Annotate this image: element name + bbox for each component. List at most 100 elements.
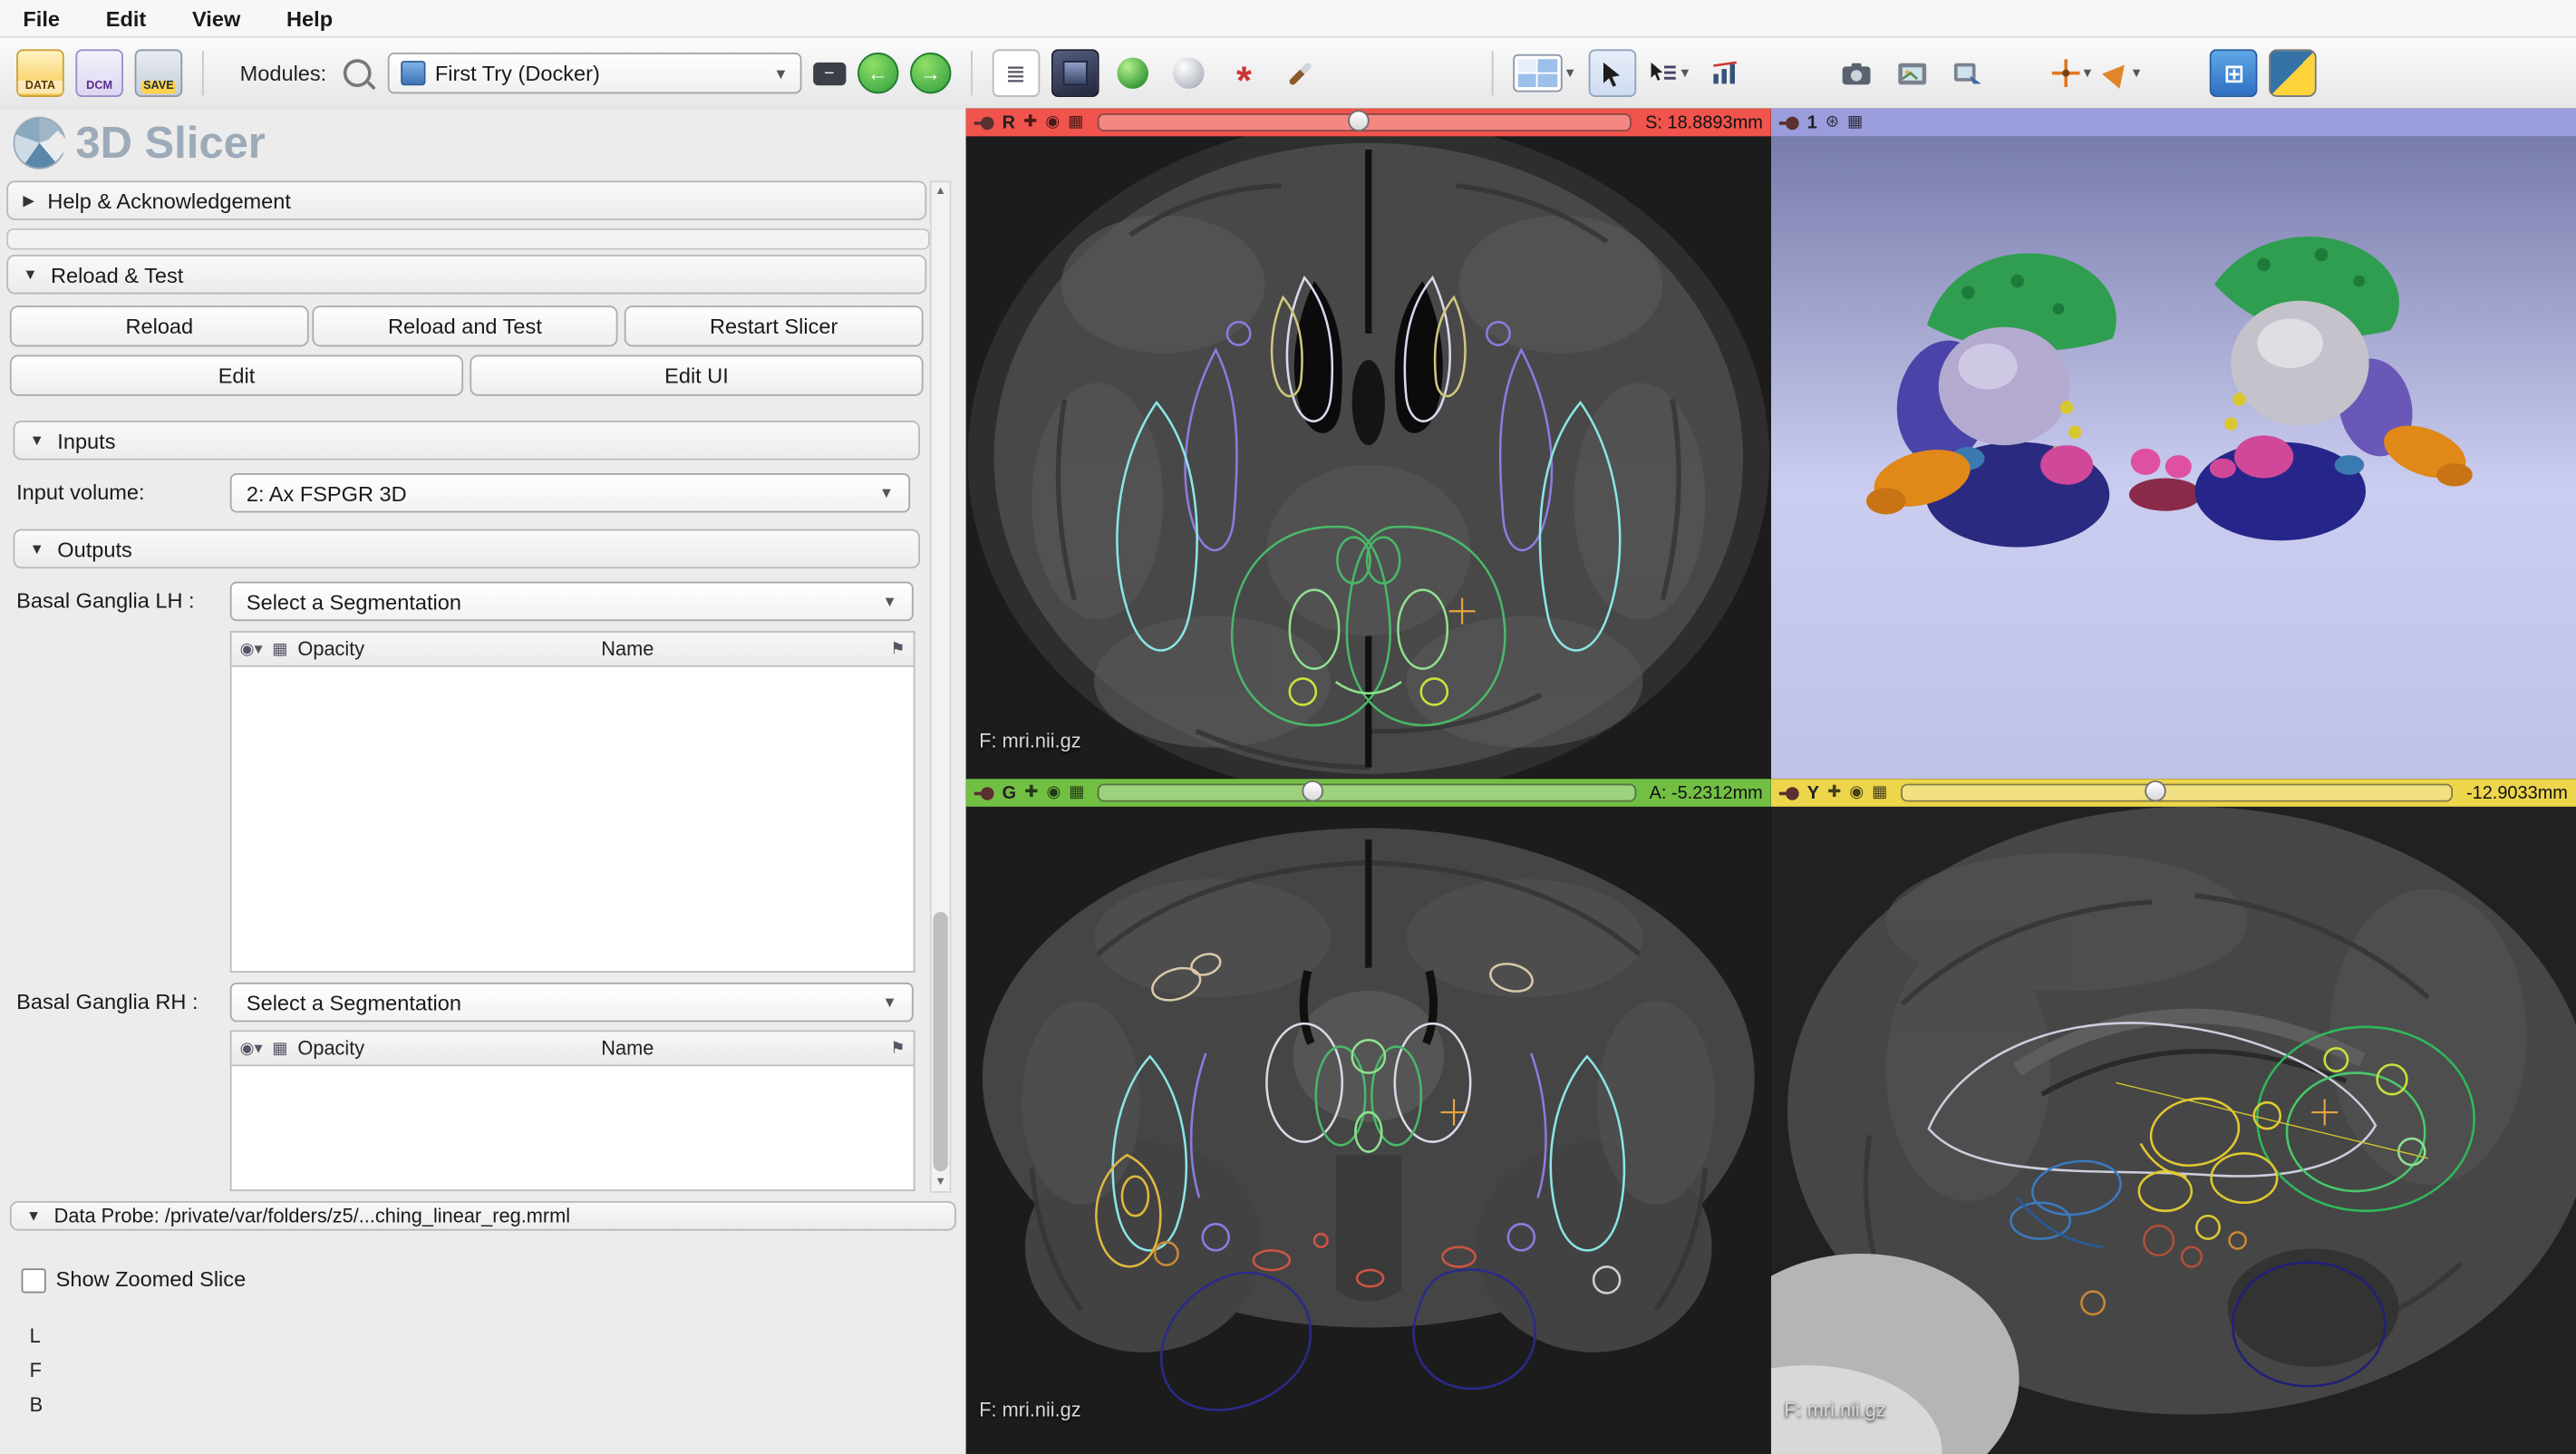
name-column-header[interactable]: Name — [601, 1037, 654, 1060]
scrollbar-thumb[interactable] — [934, 912, 948, 1171]
scroll-down-icon[interactable]: ▼ — [932, 1173, 950, 1191]
slice-grid-icon[interactable]: ▦ — [1068, 114, 1083, 131]
slice-link-icon[interactable]: ✚ — [1023, 114, 1037, 131]
window-level-tool[interactable] — [1703, 51, 1748, 95]
screenshot-button[interactable] — [1835, 51, 1879, 95]
module-panel: 3D Slicer ▶ Help & Acknowledgement ▼ Rel… — [0, 109, 966, 1454]
input-volume-combobox[interactable]: 2: Ax FSPGR 3D ▼ — [230, 473, 910, 513]
crosshair-selector[interactable]: ▼ — [2051, 59, 2094, 87]
view-grid-icon[interactable]: ▦ — [1847, 114, 1863, 131]
reload-button[interactable]: Reload — [10, 305, 309, 346]
visibility-icon[interactable]: ◉▾ — [240, 640, 263, 658]
grid-icon[interactable]: ▦ — [272, 1039, 287, 1057]
slice-grid-icon[interactable]: ▦ — [1069, 784, 1084, 800]
slice-grid-icon[interactable]: ▦ — [1872, 784, 1887, 800]
green-slice-offset-slider[interactable] — [1098, 784, 1636, 802]
reload-and-test-button[interactable]: Reload and Test — [312, 305, 617, 346]
save-button[interactable]: SAVE — [135, 49, 183, 97]
yellow-slice-image-area[interactable]: F: mri.nii.gz — [1771, 807, 2576, 1454]
segment-editor-icon[interactable] — [1278, 51, 1322, 95]
red-slice-offset-slider[interactable] — [1097, 113, 1632, 131]
green-slice-controller: G ✚ ◉ ▦ A: -5.2312mm — [966, 779, 1771, 807]
flag-icon[interactable]: ⚑ — [890, 640, 905, 658]
slice-link-icon[interactable]: ✚ — [1024, 784, 1038, 800]
chevron-down-icon: ▼ — [1564, 66, 1576, 81]
scene-view-button[interactable] — [1890, 51, 1934, 95]
load-data-button[interactable]: DATA — [16, 49, 64, 97]
slice-link-icon[interactable]: ✚ — [1827, 784, 1841, 800]
opacity-column-header[interactable]: Opacity — [297, 1037, 364, 1060]
menu-edit[interactable]: Edit — [106, 5, 147, 30]
interaction-mode-selector[interactable]: ▼ — [1647, 60, 1691, 86]
slice-visibility-icon[interactable]: ◉ — [1849, 784, 1864, 800]
threed-view-label[interactable]: 1 — [1807, 112, 1817, 132]
yellow-view-label[interactable]: Y — [1807, 783, 1819, 803]
module-search-icon[interactable] — [343, 59, 371, 87]
python-console-button[interactable] — [2270, 49, 2318, 97]
name-column-header[interactable]: Name — [601, 637, 654, 660]
models-module-icon[interactable] — [1110, 51, 1155, 95]
visibility-icon[interactable]: ◉▾ — [240, 1039, 263, 1057]
threed-model-render — [1771, 136, 2576, 779]
green-view-label[interactable]: G — [1002, 783, 1017, 803]
scroll-up-icon[interactable]: ▲ — [932, 182, 950, 200]
lh-segment-table-body[interactable] — [230, 667, 915, 973]
module-selector[interactable]: First Try (Docker) ▼ — [387, 53, 801, 93]
red-slice-image-area[interactable]: F: mri.nii.gz — [966, 136, 1771, 779]
dicom-button[interactable]: DCM — [75, 49, 123, 97]
slice-visibility-icon[interactable]: ◉ — [1045, 114, 1060, 131]
slider-handle[interactable] — [2145, 780, 2166, 802]
forward-button[interactable]: → — [910, 53, 951, 93]
pin-icon[interactable] — [1779, 114, 1799, 131]
extensions-manager-button[interactable]: ⊞ — [2211, 49, 2259, 97]
markups-module-icon[interactable]: * — [1222, 43, 1266, 103]
restart-slicer-button[interactable]: Restart Slicer — [625, 305, 924, 346]
mouse-pointer-tool[interactable] — [1588, 49, 1636, 97]
grid-icon[interactable]: ▦ — [272, 640, 287, 658]
segmentations-module-icon[interactable] — [1166, 51, 1210, 95]
outputs-section[interactable]: ▼ Outputs — [14, 529, 921, 569]
reload-test-section[interactable]: ▼ Reload & Test — [6, 255, 926, 295]
flag-icon[interactable]: ⚑ — [890, 1039, 905, 1057]
module-history-icon[interactable]: − — [813, 62, 846, 84]
back-button[interactable]: ← — [857, 53, 898, 93]
menu-file[interactable]: File — [23, 5, 60, 30]
yellow-slice-offset-slider[interactable] — [1901, 784, 2454, 802]
place-markup-selector[interactable]: ▼ — [2106, 63, 2144, 84]
rh-segmentation-combobox[interactable]: Select a Segmentation ▼ — [230, 983, 914, 1023]
help-acknowledgement-section[interactable]: ▶ Help & Acknowledgement — [6, 180, 926, 220]
slider-handle[interactable] — [1303, 780, 1324, 802]
show-zoomed-slice-checkbox[interactable] — [22, 1268, 46, 1293]
basal-ganglia-lh-label: Basal Ganglia LH : — [16, 588, 194, 613]
pin-icon[interactable] — [974, 114, 994, 131]
pin-icon[interactable] — [1779, 784, 1799, 800]
opacity-column-header[interactable]: Opacity — [297, 637, 364, 660]
menu-help[interactable]: Help — [286, 5, 333, 30]
rh-segment-table-body[interactable] — [230, 1066, 915, 1191]
data-probe-section[interactable]: ▼ Data Probe: /private/var/folders/z5/..… — [10, 1201, 956, 1231]
spin-icon[interactable]: ⊛ — [1825, 114, 1839, 131]
pointer-icon — [1599, 60, 1625, 86]
slice-visibility-icon[interactable]: ◉ — [1046, 784, 1060, 800]
edit-ui-button[interactable]: Edit UI — [470, 355, 923, 396]
data-module-icon[interactable]: ≣ — [992, 49, 1040, 97]
inputs-section[interactable]: ▼ Inputs — [14, 421, 921, 460]
load-data-label: DATA — [18, 81, 63, 94]
yellow-slice-controller: Y ✚ ◉ ▦ -12.9033mm — [1771, 779, 2576, 807]
lh-segmentation-combobox[interactable]: Select a Segmentation ▼ — [230, 582, 914, 622]
pin-icon[interactable] — [974, 784, 994, 800]
scene-restore-button[interactable] — [1946, 51, 1990, 95]
menu-view[interactable]: View — [192, 5, 240, 30]
chevron-down-icon: ▼ — [773, 65, 788, 82]
module-selector-value: First Try (Docker) — [435, 61, 600, 85]
red-view-label[interactable]: R — [1002, 112, 1015, 132]
green-slice-image-area[interactable]: F: mri.nii.gz — [966, 807, 1771, 1454]
threed-render-area[interactable] — [1771, 136, 2576, 779]
volumes-module-icon[interactable] — [1051, 49, 1099, 97]
edit-button[interactable]: Edit — [10, 355, 463, 396]
slider-handle[interactable] — [1349, 110, 1370, 131]
layout-selector[interactable]: ▼ — [1513, 54, 1577, 92]
chevron-down-icon: ▼ — [879, 485, 894, 501]
green-volume-label: F: mri.nii.gz — [979, 1398, 1080, 1420]
panel-scrollbar[interactable]: ▲ ▼ — [930, 180, 952, 1193]
